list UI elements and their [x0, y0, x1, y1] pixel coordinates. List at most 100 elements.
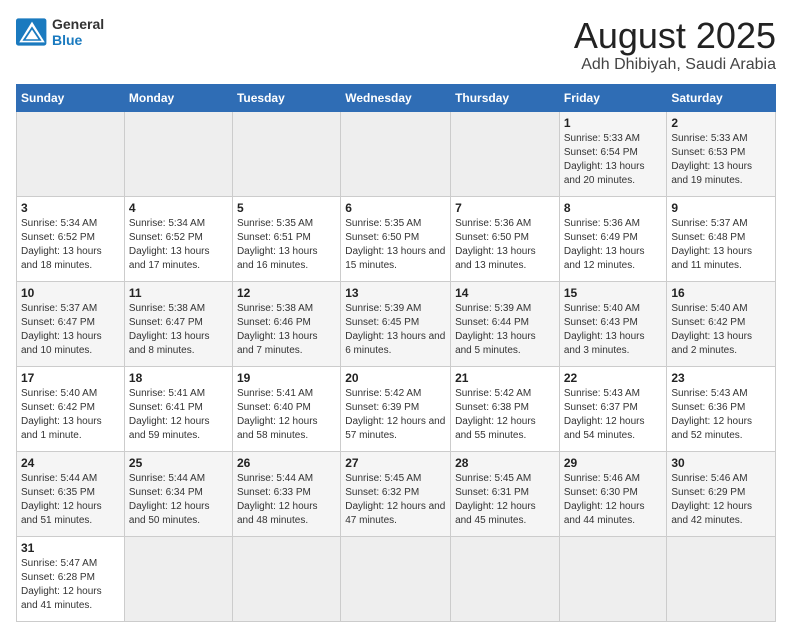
calendar-cell: 26Sunrise: 5:44 AM Sunset: 6:33 PM Dayli…: [232, 451, 340, 536]
weekday-header-saturday: Saturday: [667, 84, 776, 111]
calendar-cell: 20Sunrise: 5:42 AM Sunset: 6:39 PM Dayli…: [341, 366, 451, 451]
location-title: Adh Dhibiyah, Saudi Arabia: [574, 56, 776, 74]
day-info: Sunrise: 5:34 AM Sunset: 6:52 PM Dayligh…: [21, 217, 120, 273]
day-info: Sunrise: 5:42 AM Sunset: 6:38 PM Dayligh…: [455, 387, 555, 443]
calendar-week-5: 24 Sunrise: 5:44 AM Sunset: 6:35 PM Dayli…: [17, 451, 776, 536]
day-number: 19: [237, 371, 336, 385]
logo: General Blue: [16, 16, 104, 48]
calendar-cell: 9 Sunrise: 5:37 AM Sunset: 6:48 PM Daylig…: [667, 196, 776, 281]
day-info: Sunrise: 5:33 AM Sunset: 6:53 PM Dayligh…: [671, 132, 771, 188]
day-info: Sunrise: 5:41 AM Sunset: 6:41 PM Dayligh…: [129, 387, 228, 443]
calendar-cell: 31Sunrise: 5:47 AM Sunset: 6:28 PM Dayli…: [17, 536, 125, 621]
calendar-cell: 24 Sunrise: 5:44 AM Sunset: 6:35 PM Dayli…: [17, 451, 125, 536]
weekday-header-wednesday: Wednesday: [341, 84, 451, 111]
weekday-header-friday: Friday: [559, 84, 667, 111]
day-info: Sunrise: 5:37 AM Sunset: 6:48 PM Dayligh…: [671, 217, 771, 273]
calendar-cell: 15 Sunrise: 5:40 AM Sunset: 6:43 PM Dayli…: [559, 281, 667, 366]
calendar-cell: [667, 536, 776, 621]
day-info: Sunrise: 5:38 AM Sunset: 6:47 PM Dayligh…: [129, 302, 228, 358]
calendar-cell: [341, 536, 451, 621]
calendar-cell: 29 Sunrise: 5:46 AM Sunset: 6:30 PM Dayli…: [559, 451, 667, 536]
calendar-cell: 6 Sunrise: 5:35 AM Sunset: 6:50 PM Daylig…: [341, 196, 451, 281]
day-number: 23: [671, 371, 771, 385]
weekday-header-tuesday: Tuesday: [232, 84, 340, 111]
day-number: 3: [21, 201, 120, 215]
logo-icon: [16, 18, 48, 46]
day-info: Sunrise: 5:44 AM Sunset: 6:35 PM Dayligh…: [21, 472, 120, 528]
weekday-header-row: SundayMondayTuesdayWednesdayThursdayFrid…: [17, 84, 776, 111]
day-number: 6: [345, 201, 446, 215]
calendar-cell: [559, 536, 667, 621]
calendar-cell: 14Sunrise: 5:39 AM Sunset: 6:44 PM Dayli…: [451, 281, 560, 366]
title-section: August 2025 Adh Dhibiyah, Saudi Arabia: [574, 16, 776, 74]
calendar-cell: 5Sunrise: 5:35 AM Sunset: 6:51 PM Daylig…: [232, 196, 340, 281]
logo-text: General Blue: [52, 16, 104, 48]
calendar-cell: 13Sunrise: 5:39 AM Sunset: 6:45 PM Dayli…: [341, 281, 451, 366]
day-number: 11: [129, 286, 228, 300]
day-number: 29: [564, 456, 663, 470]
day-number: 27: [345, 456, 446, 470]
day-number: 10: [21, 286, 120, 300]
calendar-cell: 17Sunrise: 5:40 AM Sunset: 6:42 PM Dayli…: [17, 366, 125, 451]
calendar-cell: 2 Sunrise: 5:33 AM Sunset: 6:53 PM Daylig…: [667, 111, 776, 196]
calendar-cell: [341, 111, 451, 196]
calendar-cell: [232, 111, 340, 196]
calendar-cell: [451, 111, 560, 196]
day-number: 28: [455, 456, 555, 470]
day-info: Sunrise: 5:40 AM Sunset: 6:43 PM Dayligh…: [564, 302, 663, 358]
calendar-cell: 16 Sunrise: 5:40 AM Sunset: 6:42 PM Dayli…: [667, 281, 776, 366]
day-info: Sunrise: 5:43 AM Sunset: 6:36 PM Dayligh…: [671, 387, 771, 443]
day-info: Sunrise: 5:38 AM Sunset: 6:46 PM Dayligh…: [237, 302, 336, 358]
day-info: Sunrise: 5:46 AM Sunset: 6:29 PM Dayligh…: [671, 472, 771, 528]
calendar-cell: 3 Sunrise: 5:34 AM Sunset: 6:52 PM Daylig…: [17, 196, 125, 281]
day-info: Sunrise: 5:42 AM Sunset: 6:39 PM Dayligh…: [345, 387, 446, 443]
calendar-cell: 22Sunrise: 5:43 AM Sunset: 6:37 PM Dayli…: [559, 366, 667, 451]
day-number: 8: [564, 201, 663, 215]
day-number: 9: [671, 201, 771, 215]
day-number: 24: [21, 456, 120, 470]
day-number: 22: [564, 371, 663, 385]
calendar-cell: 8Sunrise: 5:36 AM Sunset: 6:49 PM Daylig…: [559, 196, 667, 281]
calendar-cell: 1Sunrise: 5:33 AM Sunset: 6:54 PM Daylig…: [559, 111, 667, 196]
day-info: Sunrise: 5:47 AM Sunset: 6:28 PM Dayligh…: [21, 557, 120, 613]
day-info: Sunrise: 5:39 AM Sunset: 6:45 PM Dayligh…: [345, 302, 446, 358]
calendar-table: SundayMondayTuesdayWednesdayThursdayFrid…: [16, 84, 776, 622]
day-info: Sunrise: 5:36 AM Sunset: 6:50 PM Dayligh…: [455, 217, 555, 273]
day-number: 30: [671, 456, 771, 470]
day-number: 15: [564, 286, 663, 300]
day-info: Sunrise: 5:46 AM Sunset: 6:30 PM Dayligh…: [564, 472, 663, 528]
day-number: 16: [671, 286, 771, 300]
calendar-week-3: 10 Sunrise: 5:37 AM Sunset: 6:47 PM Dayli…: [17, 281, 776, 366]
day-info: Sunrise: 5:40 AM Sunset: 6:42 PM Dayligh…: [21, 387, 120, 443]
day-number: 7: [455, 201, 555, 215]
day-number: 25: [129, 456, 228, 470]
calendar-cell: 11 Sunrise: 5:38 AM Sunset: 6:47 PM Dayli…: [124, 281, 232, 366]
day-info: Sunrise: 5:45 AM Sunset: 6:32 PM Dayligh…: [345, 472, 446, 528]
calendar-cell: 18 Sunrise: 5:41 AM Sunset: 6:41 PM Dayli…: [124, 366, 232, 451]
calendar-cell: 27 Sunrise: 5:45 AM Sunset: 6:32 PM Dayli…: [341, 451, 451, 536]
day-info: Sunrise: 5:35 AM Sunset: 6:51 PM Dayligh…: [237, 217, 336, 273]
day-number: 12: [237, 286, 336, 300]
page-header: General Blue August 2025 Adh Dhibiyah, S…: [16, 16, 776, 74]
calendar-cell: [17, 111, 125, 196]
calendar-cell: [124, 536, 232, 621]
calendar-cell: 30 Sunrise: 5:46 AM Sunset: 6:29 PM Dayli…: [667, 451, 776, 536]
day-info: Sunrise: 5:44 AM Sunset: 6:34 PM Dayligh…: [129, 472, 228, 528]
calendar-cell: 25 Sunrise: 5:44 AM Sunset: 6:34 PM Dayli…: [124, 451, 232, 536]
calendar-cell: 4Sunrise: 5:34 AM Sunset: 6:52 PM Daylig…: [124, 196, 232, 281]
calendar-week-6: 31Sunrise: 5:47 AM Sunset: 6:28 PM Dayli…: [17, 536, 776, 621]
day-number: 1: [564, 116, 663, 130]
calendar-cell: 21Sunrise: 5:42 AM Sunset: 6:38 PM Dayli…: [451, 366, 560, 451]
calendar-cell: 23 Sunrise: 5:43 AM Sunset: 6:36 PM Dayli…: [667, 366, 776, 451]
calendar-cell: 10 Sunrise: 5:37 AM Sunset: 6:47 PM Dayli…: [17, 281, 125, 366]
calendar-week-2: 3 Sunrise: 5:34 AM Sunset: 6:52 PM Daylig…: [17, 196, 776, 281]
day-info: Sunrise: 5:37 AM Sunset: 6:47 PM Dayligh…: [21, 302, 120, 358]
day-number: 2: [671, 116, 771, 130]
calendar-cell: 19Sunrise: 5:41 AM Sunset: 6:40 PM Dayli…: [232, 366, 340, 451]
weekday-header-monday: Monday: [124, 84, 232, 111]
day-info: Sunrise: 5:40 AM Sunset: 6:42 PM Dayligh…: [671, 302, 771, 358]
day-number: 18: [129, 371, 228, 385]
day-info: Sunrise: 5:39 AM Sunset: 6:44 PM Dayligh…: [455, 302, 555, 358]
calendar-cell: [232, 536, 340, 621]
day-info: Sunrise: 5:35 AM Sunset: 6:50 PM Dayligh…: [345, 217, 446, 273]
